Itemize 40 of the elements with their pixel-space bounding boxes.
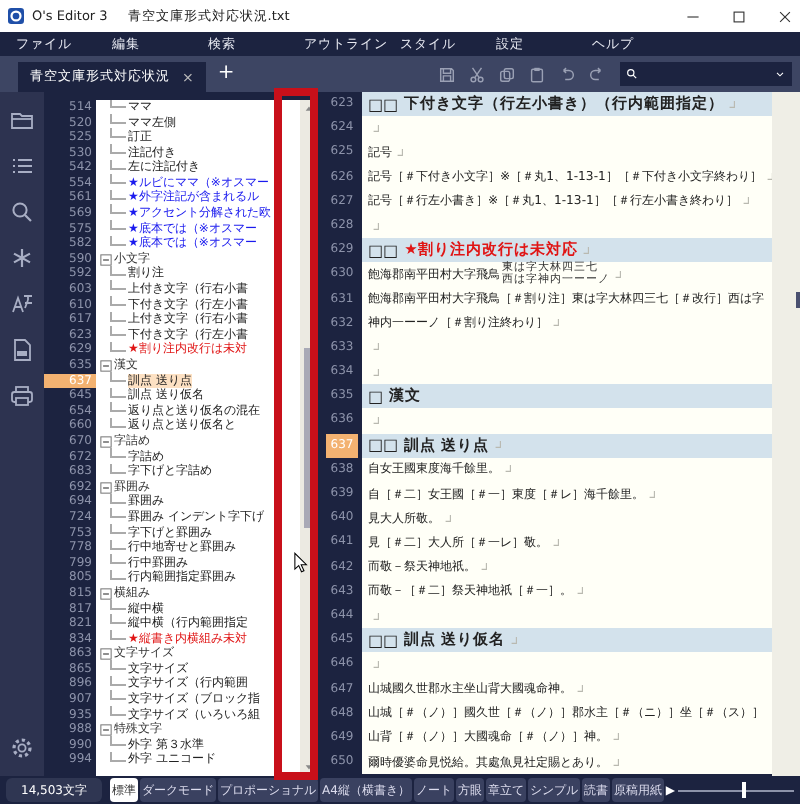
asterisk-icon[interactable]: [10, 246, 34, 270]
document-icon[interactable]: [10, 338, 34, 362]
undo-icon[interactable]: [558, 65, 576, 83]
heading-marker: □□: [368, 436, 399, 455]
collapse-toggle-icon[interactable]: [100, 481, 112, 494]
heading-marker: □□: [368, 241, 399, 260]
maximize-icon[interactable]: [732, 9, 746, 23]
zoom-slider[interactable]: [677, 782, 794, 798]
heading-marker: □: [368, 387, 384, 406]
scroll-position-marker: [796, 292, 800, 308]
slider-thumb[interactable]: [741, 782, 746, 798]
dropdown-caret-icon: [774, 68, 786, 80]
paste-icon[interactable]: [528, 65, 546, 83]
collapse-toggle-icon[interactable]: [100, 435, 112, 448]
scroll-up-icon[interactable]: [304, 104, 314, 114]
collapse-toggle-icon[interactable]: [100, 253, 112, 266]
collapse-toggle-icon[interactable]: [100, 359, 112, 372]
folder-icon[interactable]: [10, 108, 34, 132]
redo-icon[interactable]: [588, 65, 606, 83]
close-icon[interactable]: [778, 9, 792, 23]
heading-marker: □□: [368, 95, 399, 114]
mouse-pointer-icon: [294, 552, 308, 574]
collapse-toggle-icon[interactable]: [100, 587, 112, 600]
heading-marker: □□: [368, 631, 399, 650]
search-icon[interactable]: [10, 200, 34, 224]
font-icon[interactable]: [10, 292, 34, 316]
scroll-down-icon[interactable]: [304, 762, 314, 772]
scrollbar[interactable]: [772, 92, 800, 776]
printer-icon[interactable]: [10, 384, 34, 408]
copy-icon[interactable]: [498, 65, 516, 83]
new-tab-button[interactable]: +: [205, 61, 247, 87]
settings-icon[interactable]: [10, 736, 34, 760]
collapse-toggle-icon[interactable]: [100, 648, 112, 661]
cut-icon[interactable]: [468, 65, 486, 83]
save-icon[interactable]: [438, 65, 456, 83]
list-icon[interactable]: [10, 154, 34, 178]
search-field[interactable]: [620, 62, 792, 86]
collapse-toggle-icon[interactable]: [100, 724, 112, 737]
search-icon: [626, 68, 638, 80]
app-logo-icon: [8, 8, 24, 24]
